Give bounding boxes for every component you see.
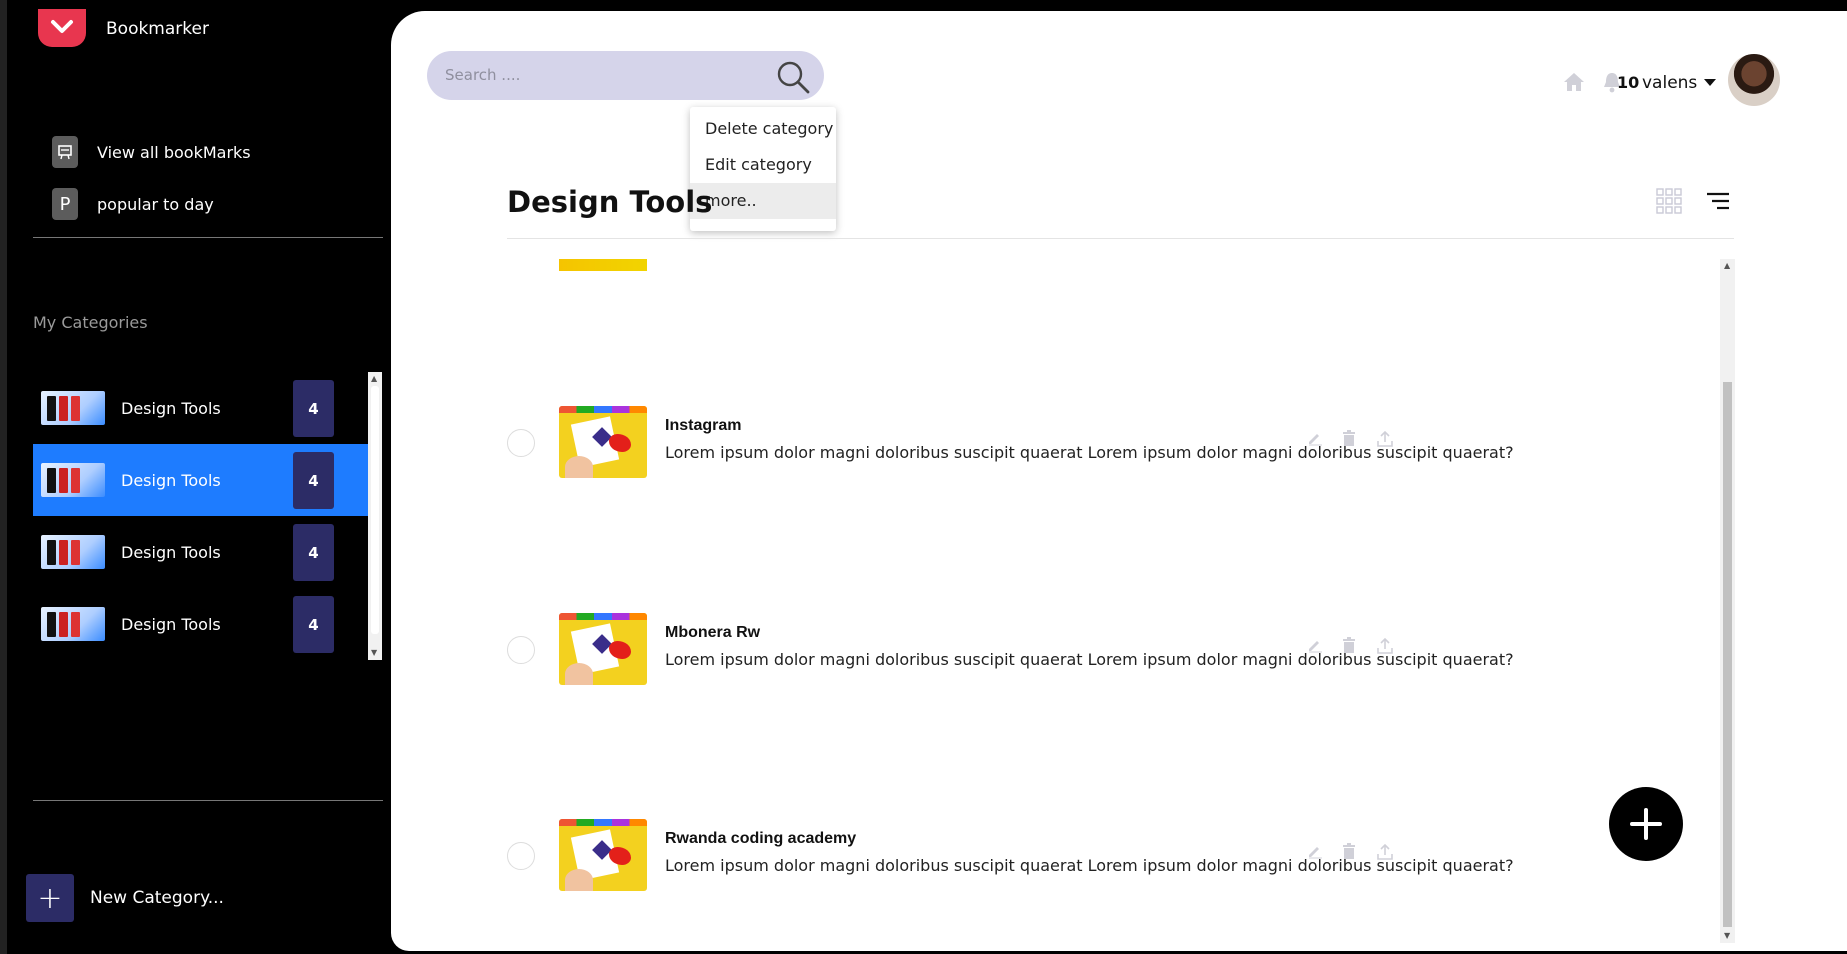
sort-list-icon[interactable] — [1707, 192, 1729, 210]
scroll-up-icon[interactable]: ▲ — [1724, 261, 1730, 270]
add-bookmark-button[interactable] — [1609, 787, 1683, 861]
brand-name: Bookmarker — [106, 19, 209, 39]
scroll-up-icon[interactable]: ▲ — [371, 374, 377, 383]
nav-label: View all bookMarks — [97, 142, 251, 162]
category-label: Design Tools — [121, 398, 221, 418]
new-category-button[interactable]: + — [26, 874, 74, 922]
bookmark-thumbnail — [559, 819, 647, 891]
sidebar: Bookmarker View all bookMarks P popular … — [0, 0, 390, 954]
avatar[interactable] — [1728, 54, 1780, 106]
user-name[interactable]: valens — [1642, 73, 1697, 93]
category-count-badge: 4 — [293, 596, 334, 653]
new-category-label[interactable]: New Category... — [90, 888, 224, 908]
search-bar[interactable] — [427, 51, 824, 100]
divider — [33, 237, 383, 238]
category-thumbnail — [41, 535, 105, 569]
edit-icon[interactable] — [1307, 637, 1323, 653]
bookmark-title[interactable]: Rwanda coding academy — [665, 830, 856, 848]
category-count-badge: 4 — [293, 452, 334, 509]
bookmark-row[interactable]: Rwanda coding academy Lorem ipsum dolor … — [507, 819, 1728, 893]
bookmark-list: Instagram Lorem ipsum dolor magni dolori… — [507, 259, 1728, 949]
category-list: Design Tools 4 Design Tools 4 Design Too… — [33, 372, 368, 660]
bookmark-title[interactable]: Instagram — [665, 417, 741, 435]
edit-icon[interactable] — [1307, 430, 1323, 446]
nav-item-view-all-bookmarks[interactable]: View all bookMarks — [52, 136, 251, 168]
notification-count[interactable]: 10 — [1617, 73, 1639, 92]
search-icon[interactable] — [776, 60, 810, 94]
trash-icon[interactable] — [1342, 843, 1356, 859]
scroll-down-icon[interactable]: ▼ — [371, 648, 377, 657]
scrollbar-thumb[interactable] — [371, 386, 379, 634]
scroll-down-icon[interactable]: ▼ — [1724, 931, 1730, 940]
bookmark-board-icon — [52, 136, 78, 168]
bookmark-thumbnail — [559, 406, 647, 478]
category-count-badge: 4 — [293, 380, 334, 437]
bookmark-select-radio[interactable] — [507, 842, 535, 870]
page-title: Design Tools — [507, 185, 713, 219]
bookmark-select-radio[interactable] — [507, 429, 535, 457]
main-panel: 10 valens Delete category Edit category … — [391, 11, 1847, 951]
home-icon[interactable] — [1562, 71, 1586, 93]
category-count-badge: 4 — [293, 524, 334, 581]
share-upload-icon[interactable] — [1376, 843, 1394, 861]
share-upload-icon[interactable] — [1376, 637, 1394, 655]
category-item[interactable]: Design Tools 4 — [33, 372, 368, 444]
edit-icon[interactable] — [1307, 843, 1323, 859]
bookmark-row[interactable]: Instagram Lorem ipsum dolor magni dolori… — [507, 406, 1728, 480]
category-label: Design Tools — [121, 542, 221, 562]
divider — [33, 800, 383, 801]
category-thumbnail — [41, 607, 105, 641]
trash-icon[interactable] — [1342, 637, 1356, 653]
bookmark-list-scrollbar[interactable]: ▲ ▼ — [1720, 259, 1735, 943]
title-divider — [507, 238, 1734, 239]
p-letter-icon: P — [52, 188, 78, 220]
nav-label: popular to day — [97, 194, 214, 214]
scrollbar-thumb[interactable] — [1723, 382, 1732, 927]
bookmark-title[interactable]: Mbonera Rw — [665, 624, 760, 642]
grid-view-icon[interactable] — [1656, 188, 1682, 214]
category-item-selected[interactable]: Design Tools 4 — [33, 444, 368, 516]
share-upload-icon[interactable] — [1376, 430, 1394, 448]
category-label: Design Tools — [121, 470, 221, 490]
category-item[interactable]: Design Tools 4 — [33, 588, 368, 660]
category-scrollbar[interactable]: ▲ ▼ — [368, 372, 382, 660]
chevron-down-icon[interactable] — [1704, 79, 1716, 87]
bookmark-thumbnail — [559, 613, 647, 685]
category-item[interactable]: Design Tools 4 — [33, 516, 368, 588]
bookmark-row[interactable]: Mbonera Rw Lorem ipsum dolor magni dolor… — [507, 613, 1728, 687]
menu-item-edit-category[interactable]: Edit category — [690, 147, 836, 183]
plus-icon — [1630, 808, 1662, 840]
window-edge — [0, 0, 7, 954]
bookmark-select-radio[interactable] — [507, 636, 535, 664]
nav-item-popular-today[interactable]: P popular to day — [52, 188, 214, 220]
search-input[interactable] — [443, 65, 747, 85]
category-label: Design Tools — [121, 614, 221, 634]
category-thumbnail — [41, 463, 105, 497]
pocket-logo-icon[interactable] — [38, 9, 86, 47]
category-thumbnail — [41, 391, 105, 425]
section-label-my-categories: My Categories — [33, 313, 148, 332]
trash-icon[interactable] — [1342, 430, 1356, 446]
bookmark-thumbnail-partial — [559, 259, 647, 271]
menu-item-delete-category[interactable]: Delete category — [690, 111, 836, 147]
